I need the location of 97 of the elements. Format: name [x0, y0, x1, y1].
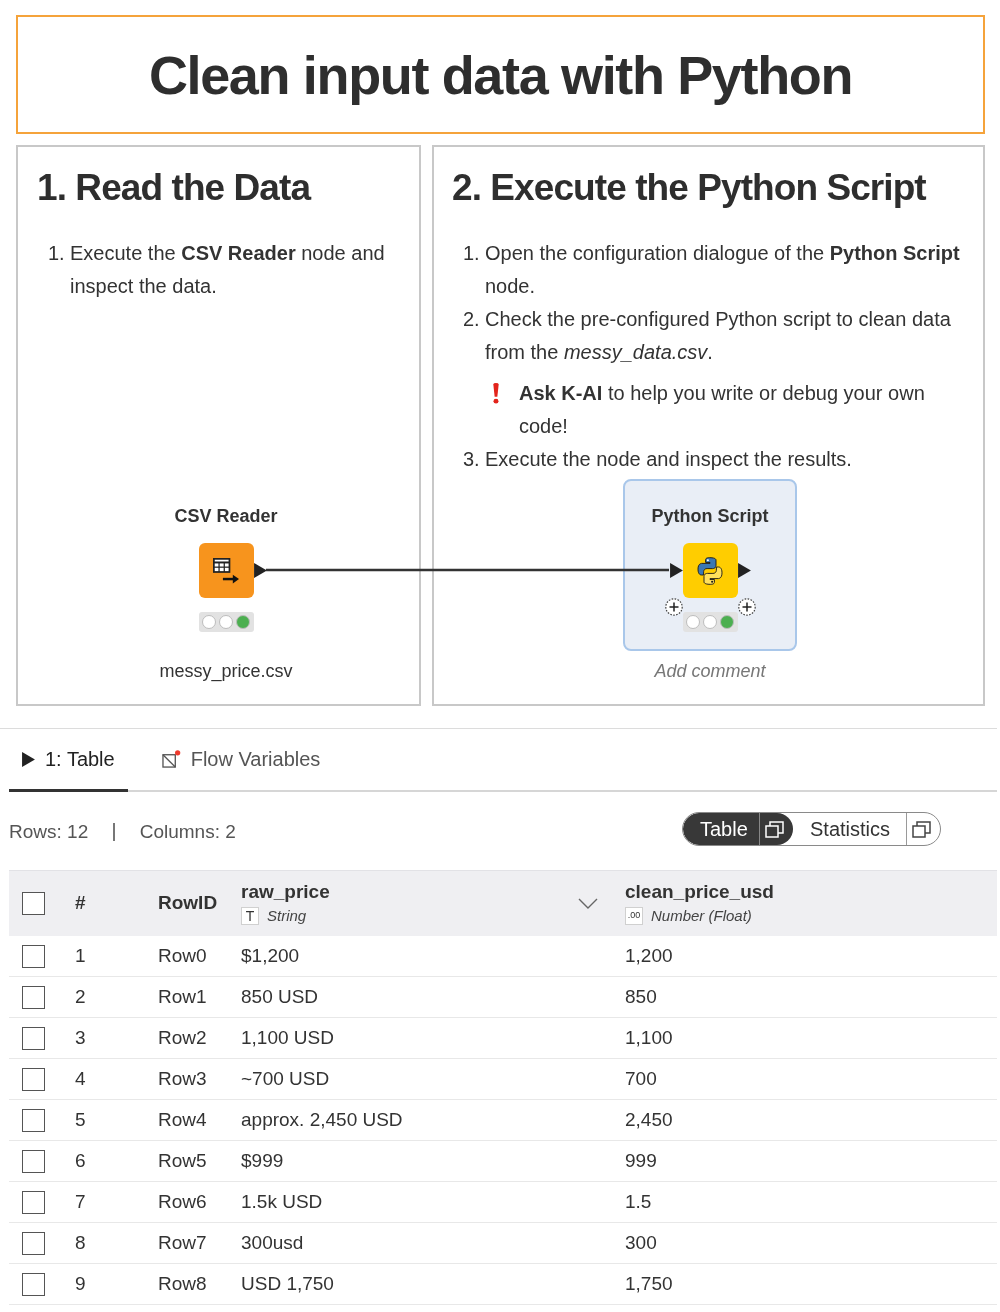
slashed-square-icon	[161, 750, 181, 768]
node-comment[interactable]: messy_price.csv	[159, 660, 293, 682]
table-cell: $999	[241, 1149, 284, 1171]
column-header: #	[75, 892, 86, 914]
checkbox[interactable]	[22, 944, 45, 968]
table-cell: 2,450	[625, 1108, 673, 1130]
table-cell: 300	[625, 1231, 657, 1253]
table-cell: 7	[75, 1190, 86, 1212]
table-cell: 9	[75, 1272, 86, 1294]
checkbox[interactable]	[22, 985, 45, 1009]
table-cell: Row4	[158, 1108, 207, 1130]
panel-heading: 2. Execute the Python Script	[452, 167, 926, 209]
table-cell: 1.5k USD	[241, 1190, 323, 1212]
table-cell: 1.5	[625, 1190, 652, 1212]
checkbox[interactable]	[22, 1067, 45, 1091]
plus-port-icon[interactable]	[664, 598, 683, 616]
table-cell: 1	[75, 944, 86, 966]
table-cell: Row0	[158, 944, 207, 966]
table-cell: 300usd	[241, 1231, 304, 1253]
node-label: CSV Reader	[174, 505, 278, 527]
rows-count: Rows: 12	[9, 819, 89, 844]
panel-heading: 1. Read the Data	[37, 167, 311, 209]
overlapping-squares-icon	[765, 820, 784, 838]
table-cell: 700	[625, 1067, 657, 1089]
plus-port-icon[interactable]	[737, 598, 756, 616]
view-option[interactable]: Statistics	[793, 813, 940, 845]
status-light-icon	[703, 615, 717, 629]
column-type: String	[267, 905, 307, 926]
table-cell: Row6	[158, 1190, 207, 1212]
step-text: Check the pre-configured Python script to clean data from the messy_data.csv.	[485, 307, 952, 365]
column-name[interactable]: clean_price_usd	[625, 879, 774, 904]
table-cell: 8	[75, 1231, 86, 1253]
port-triangle-icon[interactable]	[737, 563, 751, 578]
status-light-icon	[686, 615, 700, 629]
step-number: 2.	[463, 307, 481, 332]
node-label: Python Script	[651, 505, 769, 527]
comment-placeholder[interactable]: Add comment	[654, 660, 766, 682]
chevron-down-icon[interactable]	[578, 898, 598, 909]
status-light-icon	[202, 615, 216, 629]
table-cell: 999	[625, 1149, 657, 1171]
table-cell: 3	[75, 1026, 86, 1048]
page-title: Clean input data with Python	[148, 43, 853, 106]
table-cell: 1,100 USD	[241, 1026, 334, 1048]
columns-count: Columns: 2	[139, 819, 236, 844]
column-type: Number (Float)	[651, 905, 752, 926]
step-number: 1.	[463, 241, 481, 266]
checkbox[interactable]	[22, 1108, 45, 1132]
port-triangle-icon[interactable]	[253, 563, 267, 578]
checkbox[interactable]	[22, 1231, 45, 1255]
output-tab[interactable]: 1: Table	[9, 729, 128, 792]
table-cell: 1,200	[625, 944, 673, 966]
triangle-icon	[22, 751, 35, 767]
status-light-icon	[720, 615, 734, 629]
overlapping-squares-icon	[912, 820, 931, 838]
table-cell: 1,750	[625, 1272, 673, 1294]
table-cell: USD 1,750	[241, 1272, 334, 1294]
table-cell: $1,200	[241, 944, 300, 966]
table-cell: Row7	[158, 1231, 207, 1253]
python-logo-icon	[697, 556, 723, 585]
step-text: Open the configuration dialogue of the Python Script node.	[485, 241, 961, 299]
table-cell: ~700 USD	[241, 1067, 330, 1089]
table-cell: 1,100	[625, 1026, 673, 1048]
table-cell: 5	[75, 1108, 86, 1130]
workflow-node[interactable]	[682, 543, 738, 598]
table-cell: 4	[75, 1067, 86, 1089]
table-cell: 6	[75, 1149, 86, 1171]
step-text: Execute the CSV Reader node and inspect the data.	[70, 241, 386, 299]
type-badge: .00	[625, 907, 643, 925]
table-cell: 850 USD	[241, 985, 319, 1007]
table-arrow-icon	[213, 557, 239, 584]
checkbox[interactable]	[22, 1190, 45, 1214]
view-option[interactable]: Table	[683, 813, 793, 845]
table-cell: Row3	[158, 1067, 207, 1089]
step-number: 1.	[48, 241, 66, 266]
table-cell: Row5	[158, 1149, 207, 1171]
column-header[interactable]: RowID	[158, 892, 218, 914]
note-text: Ask K-AI to help you write or debug your own code!	[519, 381, 926, 439]
table-cell: 2	[75, 985, 86, 1007]
checkbox[interactable]	[22, 1272, 45, 1296]
step-text: Execute the node and inspect the results.	[485, 447, 853, 472]
column-name[interactable]: raw_price	[241, 879, 330, 904]
port-triangle-icon[interactable]	[669, 563, 683, 578]
table-cell: 850	[625, 985, 657, 1007]
checkbox[interactable]	[22, 1149, 45, 1173]
output-tab[interactable]: Flow Variables	[148, 729, 334, 792]
step-number: 3.	[463, 447, 481, 472]
table-cell: Row2	[158, 1026, 207, 1048]
checkbox[interactable]	[22, 1026, 45, 1050]
table-cell: approx. 2,450 USD	[241, 1108, 403, 1130]
type-badge: T	[241, 907, 259, 925]
status-light-icon	[236, 615, 250, 629]
table-cell: Row8	[158, 1272, 207, 1294]
checkbox[interactable]	[22, 892, 45, 915]
exclamation-icon	[492, 383, 500, 404]
status-light-icon	[219, 615, 233, 629]
table-cell: Row1	[158, 985, 207, 1007]
workflow-node[interactable]	[198, 543, 254, 598]
